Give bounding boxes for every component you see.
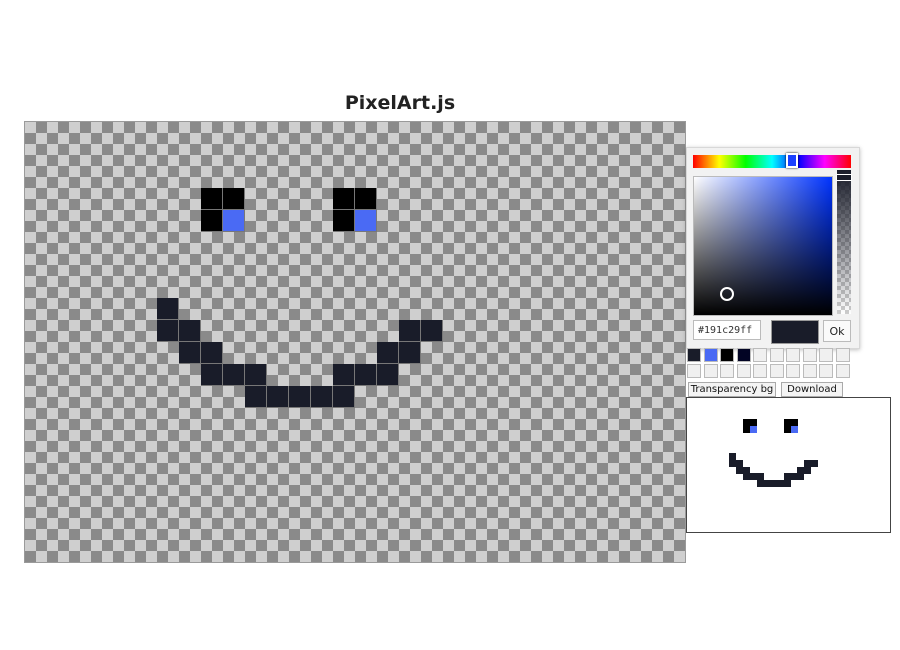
transparency-bg-button[interactable]: Transparency bg	[688, 382, 776, 397]
pixel-cell[interactable]	[245, 386, 267, 408]
palette-swatch[interactable]	[753, 348, 767, 362]
palette-swatch[interactable]	[703, 364, 718, 378]
palette-swatch[interactable]	[753, 364, 767, 378]
hex-color-input[interactable]	[693, 320, 761, 340]
preview-pixel	[749, 425, 757, 433]
palette-swatch[interactable]	[720, 364, 734, 378]
pixel-cell[interactable]	[289, 386, 311, 408]
pixel-cell[interactable]	[201, 188, 223, 210]
palette-swatch[interactable]	[802, 348, 817, 362]
pixel-cell[interactable]	[223, 210, 245, 232]
preview-pixel	[797, 473, 805, 481]
preview-pixel	[783, 480, 791, 488]
palette-swatch[interactable]	[720, 348, 734, 362]
palette-swatch[interactable]	[687, 348, 701, 362]
pixel-cell[interactable]	[333, 386, 355, 408]
pixel-cell[interactable]	[355, 188, 377, 210]
palette-swatch[interactable]	[819, 348, 833, 362]
preview-canvas	[686, 397, 891, 533]
pixel-cell[interactable]	[333, 188, 355, 210]
palette-swatch[interactable]	[802, 364, 817, 378]
hue-slider[interactable]	[693, 153, 851, 168]
palette-swatch[interactable]	[736, 348, 751, 362]
download-button[interactable]: Download	[781, 382, 843, 397]
ok-button[interactable]: Ok	[823, 320, 851, 342]
alpha-slider-handle[interactable]	[836, 174, 852, 181]
palette-swatch[interactable]	[786, 364, 800, 378]
pixel-cell[interactable]	[355, 210, 377, 232]
pixel-cell[interactable]	[179, 320, 201, 342]
pixel-cell[interactable]	[267, 386, 289, 408]
current-color-preview	[771, 320, 819, 344]
preview-pixel	[811, 459, 818, 467]
palette-swatch[interactable]	[819, 364, 833, 378]
pixel-cell[interactable]	[157, 298, 179, 320]
pixel-cell[interactable]	[311, 386, 333, 408]
pixel-cell[interactable]	[157, 320, 179, 342]
saturation-value-handle[interactable]	[720, 287, 734, 301]
palette-swatch[interactable]	[736, 364, 751, 378]
palette-swatch[interactable]	[835, 364, 850, 378]
pixel-canvas[interactable]	[24, 121, 686, 563]
preview-pixel	[790, 425, 798, 433]
pixel-cell[interactable]	[201, 342, 223, 364]
pixel-cell[interactable]	[333, 364, 355, 386]
pixel-cell[interactable]	[201, 210, 223, 232]
palette-swatch[interactable]	[703, 348, 718, 362]
pixel-cell[interactable]	[355, 364, 377, 386]
page-title: PixelArt.js	[344, 92, 456, 114]
pixel-cell[interactable]	[223, 188, 245, 210]
pixel-cell[interactable]	[223, 364, 245, 386]
palette-swatch[interactable]	[769, 348, 784, 362]
palette-swatch[interactable]	[786, 348, 800, 362]
pixel-cell[interactable]	[333, 210, 355, 232]
pixel-cell[interactable]	[421, 320, 443, 342]
preview-pixel	[804, 466, 812, 474]
pixel-cell[interactable]	[399, 320, 421, 342]
color-picker: Ok	[686, 147, 860, 349]
pixel-cell[interactable]	[179, 342, 201, 364]
pixel-cell[interactable]	[399, 342, 421, 364]
palette-swatch[interactable]	[687, 364, 701, 378]
pixel-cell[interactable]	[377, 364, 399, 386]
pixel-cell[interactable]	[245, 364, 267, 386]
alpha-slider[interactable]	[836, 170, 852, 314]
pixel-cell[interactable]	[377, 342, 399, 364]
pixel-cell[interactable]	[201, 364, 223, 386]
hue-slider-handle[interactable]	[786, 153, 798, 168]
palette-swatch[interactable]	[835, 348, 850, 362]
palette-swatch[interactable]	[769, 364, 784, 378]
saturation-value-area[interactable]	[693, 176, 833, 316]
